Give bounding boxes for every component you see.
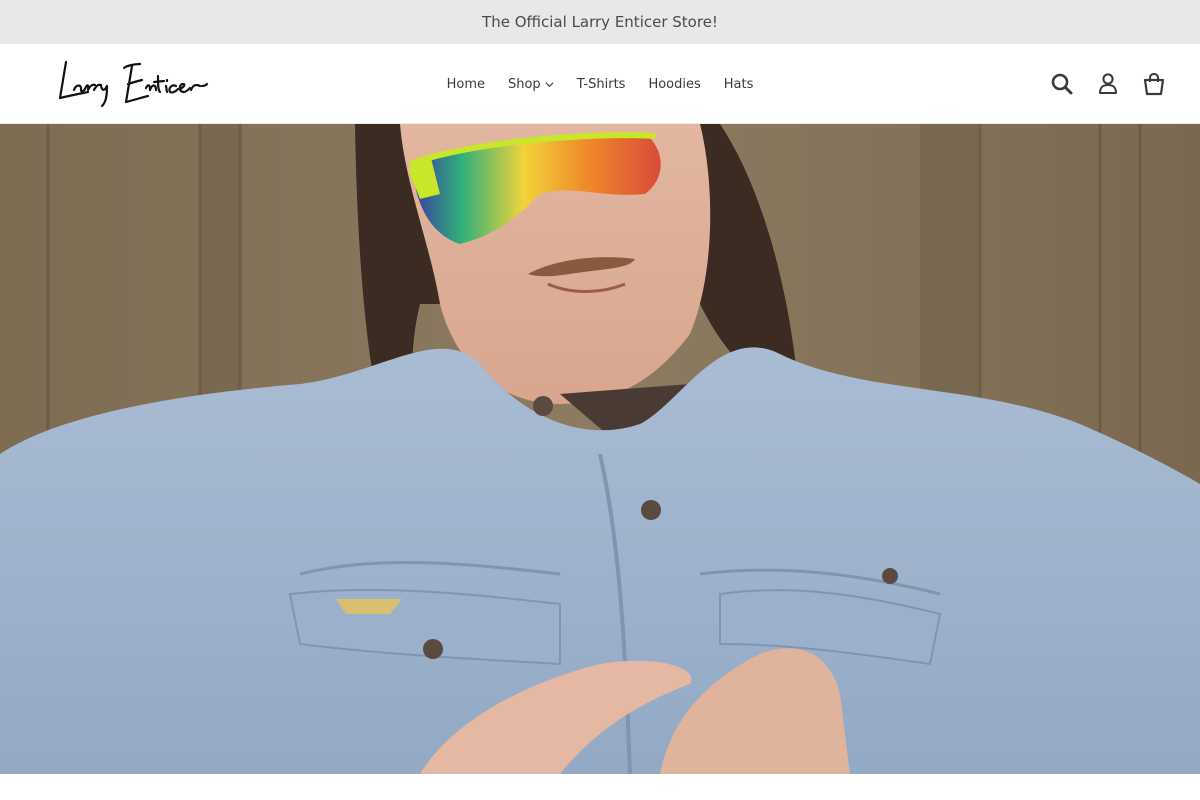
announcement-bar: The Official Larry Enticer Store! <box>0 0 1200 44</box>
hero-image <box>0 124 1200 774</box>
site-header: Home Shop T-Shirts Hoodies Hats <box>0 44 1200 124</box>
cart-button[interactable] <box>1142 72 1166 96</box>
store-logo[interactable] <box>54 56 210 110</box>
nav-t-shirts[interactable]: T-Shirts <box>565 77 637 92</box>
nav-shop[interactable]: Shop <box>496 77 565 92</box>
account-icon <box>1099 73 1117 94</box>
search-button[interactable] <box>1050 72 1074 96</box>
hero-banner[interactable] <box>0 124 1200 774</box>
below-hero-space <box>0 774 1200 800</box>
header-icons <box>1050 70 1166 98</box>
nav-hoodies-label: Hoodies <box>648 76 701 92</box>
account-button[interactable] <box>1096 72 1120 96</box>
nav-home[interactable]: Home <box>435 77 496 92</box>
search-icon <box>1051 73 1073 95</box>
nav-hats[interactable]: Hats <box>712 77 765 92</box>
announcement-text: The Official Larry Enticer Store! <box>482 13 718 31</box>
nav-shop-label: Shop <box>507 76 541 92</box>
nav-hoodies[interactable]: Hoodies <box>637 77 712 92</box>
nav-hats-label: Hats <box>723 76 754 92</box>
nav-t-shirts-label: T-Shirts <box>576 76 626 92</box>
logo-signature <box>58 60 209 108</box>
chevron-down-icon <box>545 81 554 87</box>
nav-home-label: Home <box>446 76 485 92</box>
cart-icon <box>1143 72 1165 96</box>
